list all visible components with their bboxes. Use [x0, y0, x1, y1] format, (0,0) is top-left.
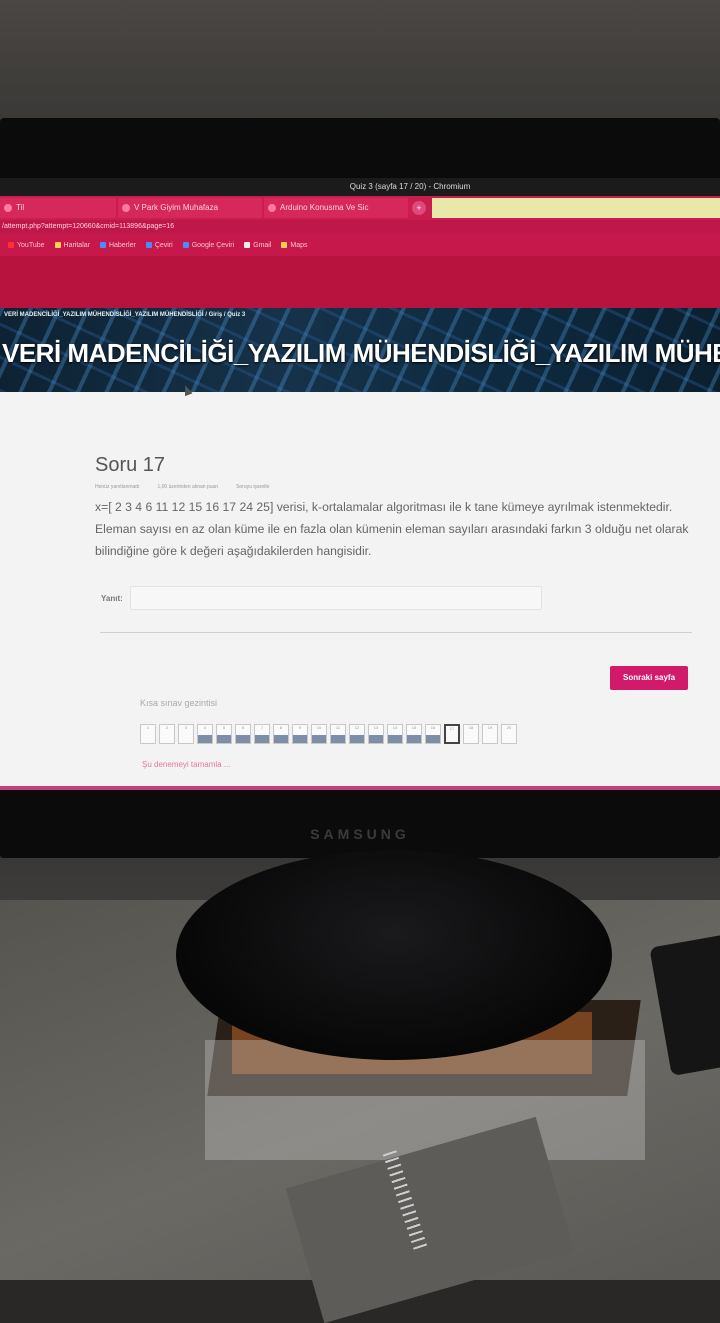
answer-input[interactable] — [130, 586, 542, 610]
quiz-nav-cell-1[interactable]: 1 — [140, 724, 156, 744]
quiz-nav-cell-15[interactable]: 15 — [406, 724, 422, 744]
browser-tab[interactable]: Arduino Konusma Ve Sic — [264, 198, 408, 218]
new-tab-button[interactable]: + — [412, 201, 426, 215]
quiz-nav-cell-14[interactable]: 14 — [387, 724, 403, 744]
quiz-nav-cell-18[interactable]: 18 — [463, 724, 479, 744]
monitor-brand: SAMSUNG — [310, 826, 410, 842]
maps-icon — [281, 242, 288, 248]
bookmark-item[interactable]: Çeviri — [145, 242, 173, 249]
flag-question-link[interactable]: Soruyu işaretle — [236, 484, 269, 490]
divider — [100, 632, 692, 633]
quiz-nav-cell-6[interactable]: 6 — [235, 724, 251, 744]
bookmark-item[interactable]: YouTube — [8, 242, 45, 249]
bookmark-item[interactable]: Google Çeviri — [182, 242, 234, 249]
quiz-nav-cell-8[interactable]: 8 — [273, 724, 289, 744]
quiz-nav-cell-4[interactable]: 4 — [197, 724, 213, 744]
quiz-nav-cell-3[interactable]: 3 — [178, 724, 194, 744]
translate-icon — [145, 242, 152, 248]
tab-favicon-icon — [4, 204, 12, 212]
translate-icon — [182, 242, 189, 248]
quiz-nav-cell-7[interactable]: 7 — [254, 724, 270, 744]
tab-favicon-icon — [268, 204, 276, 212]
next-page-button[interactable]: Sonraki sayfa — [610, 666, 688, 690]
browser-tab[interactable]: Til — [0, 198, 116, 218]
window-title: Quiz 3 (sayfa 17 / 20) - Chromium — [0, 178, 720, 196]
quiz-nav-cell-20[interactable]: 20 — [501, 724, 517, 744]
course-title: VERİ MADENCİLİĞİ_YAZILIM MÜHENDİSLİĞİ_YA… — [2, 338, 720, 368]
tab-label: Til — [16, 203, 25, 212]
question-status: Henüz yanıtlanmadı — [95, 484, 140, 490]
tab-favicon-icon — [122, 204, 130, 212]
course-header: VERİ MADENCİLİĞİ_YAZILIM MÜHENDİSLİĞİ_YA… — [0, 308, 720, 392]
monitor-stand-base — [176, 850, 612, 1060]
room-wall — [0, 0, 720, 125]
question-points: 1,00 üzerinden alınan puan — [157, 484, 219, 490]
gmail-icon — [244, 242, 251, 248]
bookmark-item[interactable]: Haritalar — [54, 242, 90, 249]
finish-attempt-link[interactable]: Şu denemeyi tamamla ... — [142, 760, 230, 769]
bookmark-item[interactable]: Maps — [281, 242, 308, 249]
quiz-nav-cell-2[interactable]: 2 — [159, 724, 175, 744]
youtube-icon — [8, 242, 14, 248]
tab-strip: Til V Park Giyim Muhafaza Arduino Konusm… — [0, 196, 720, 220]
screen-bottom-bezel — [0, 790, 720, 818]
quiz-nav-cell-9[interactable]: 9 — [292, 724, 308, 744]
url-bar[interactable]: /attempt.php?attempt=120660&cmid=113896&… — [0, 220, 720, 234]
answer-label: Yanıt: — [101, 594, 123, 603]
quiz-navigation-title: Kısa sınav gezintisi — [140, 698, 218, 708]
news-icon — [99, 242, 106, 248]
quiz-navigation-grid: 1 2 3 4 5 6 7 8 9 10 11 12 13 14 15 16 17 18 19 20 — [140, 724, 517, 744]
browser-tab[interactable]: V Park Giyim Muhafaza — [118, 198, 262, 218]
bookmark-item[interactable]: Haberler — [99, 242, 136, 249]
quiz-nav-cell-19[interactable]: 19 — [482, 724, 498, 744]
question-title: Soru 17 — [95, 454, 166, 476]
quiz-nav-cell-11[interactable]: 11 — [330, 724, 346, 744]
quiz-nav-cell-12[interactable]: 12 — [349, 724, 365, 744]
quiz-nav-cell-13[interactable]: 13 — [368, 724, 384, 744]
quiz-nav-cell-5[interactable]: 5 — [216, 724, 232, 744]
maps-icon — [54, 242, 61, 248]
browser-tab-active[interactable] — [432, 198, 720, 218]
question-info: Henüz yanıtlanmadı 1,00 üzerinden alınan… — [95, 484, 269, 490]
monitor-screen: Quiz 3 (sayfa 17 / 20) - Chromium Til V … — [0, 178, 720, 818]
page-top-band — [0, 256, 720, 308]
quiz-nav-cell-10[interactable]: 10 — [311, 724, 327, 744]
bookmark-item[interactable]: Gmail — [244, 242, 271, 249]
tab-label: V Park Giyim Muhafaza — [134, 203, 219, 212]
quiz-nav-cell-16[interactable]: 16 — [425, 724, 441, 744]
question-text: x=[ 2 3 4 6 11 12 15 16 17 24 25] verisi… — [95, 500, 689, 558]
tab-label: Arduino Konusma Ve Sic — [280, 203, 369, 212]
quiz-nav-cell-17[interactable]: 17 — [444, 724, 460, 744]
breadcrumb[interactable]: VERİ MADENCİLİĞİ_YAZILIM MÜHENDİSLİĞİ_YA… — [4, 312, 245, 318]
bookmarks-bar: YouTube Haritalar Haberler Çeviri Google… — [0, 234, 720, 256]
